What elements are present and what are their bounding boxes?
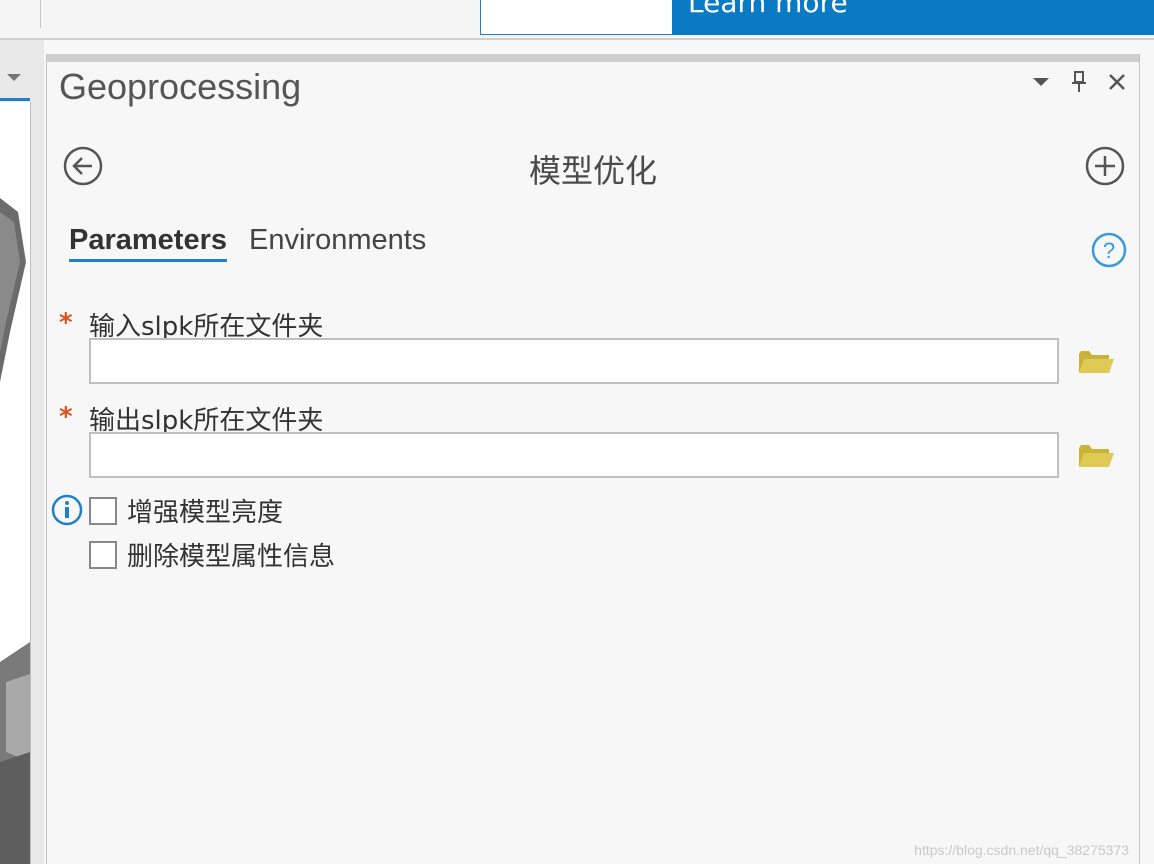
folder-icon: [1079, 445, 1114, 467]
divider: [40, 0, 41, 28]
browse-output-button[interactable]: [1077, 440, 1115, 470]
remove-attributes-checkbox[interactable]: 删除模型属性信息: [89, 536, 335, 573]
pane-header-bar: [47, 54, 1139, 62]
top-bar: Learn more: [0, 0, 1154, 40]
checkbox-box[interactable]: [89, 496, 117, 525]
geoprocessing-pane: Geoprocessing 模型优化 Parameters Environmen…: [46, 54, 1140, 864]
required-marker: *: [59, 402, 73, 432]
back-arrow-icon: [63, 146, 103, 186]
dropdown-icon[interactable]: [1029, 70, 1053, 94]
map-canvas[interactable]: [0, 102, 31, 864]
folder-icon: [1079, 351, 1114, 373]
browse-input-button[interactable]: [1077, 346, 1115, 376]
output-folder-field[interactable]: [89, 432, 1059, 478]
help-button[interactable]: ?: [1091, 232, 1127, 268]
info-icon[interactable]: [51, 494, 83, 526]
building-model-image: [0, 198, 30, 864]
close-icon[interactable]: [1105, 70, 1129, 94]
required-marker: *: [59, 308, 73, 338]
learn-more-link[interactable]: Learn more: [688, 0, 848, 19]
checkbox-label: 删除模型属性信息: [127, 542, 336, 572]
add-button[interactable]: [1085, 146, 1125, 186]
tool-title: 模型优化: [528, 152, 657, 190]
banner-left-box: [480, 0, 674, 35]
map-view-pane: [0, 40, 44, 864]
active-tab-indicator: [0, 98, 30, 101]
tab-bar: Parameters Environments: [69, 224, 426, 262]
pane-title: Geoprocessing: [59, 66, 302, 107]
pane-controls: [1029, 70, 1129, 94]
checkbox-box[interactable]: [89, 540, 117, 569]
watermark: https://blog.csdn.net/qq_38275373: [914, 842, 1129, 858]
learn-more-banner[interactable]: Learn more: [672, 0, 1154, 35]
chevron-down-icon[interactable]: [7, 74, 21, 81]
pin-icon[interactable]: [1067, 70, 1091, 94]
checkbox-label: 增强模型亮度: [127, 498, 284, 528]
tab-parameters[interactable]: Parameters: [69, 224, 227, 262]
plus-circle-icon: [1085, 146, 1125, 186]
help-icon: ?: [1091, 232, 1127, 268]
input-folder-field[interactable]: [89, 338, 1059, 384]
back-button[interactable]: [63, 146, 103, 186]
tab-environments[interactable]: Environments: [249, 224, 426, 262]
enhance-brightness-checkbox[interactable]: 增强模型亮度: [89, 492, 283, 529]
svg-text:?: ?: [1103, 238, 1115, 263]
